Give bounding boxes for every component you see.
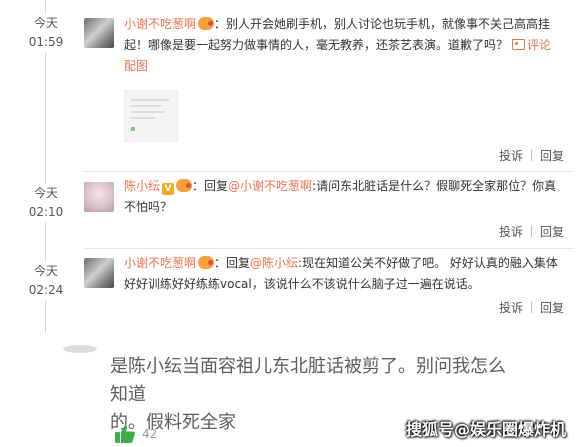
comment-divider <box>84 248 574 249</box>
like-count: 42 <box>142 427 158 441</box>
faded-avatar <box>63 345 97 353</box>
username-link[interactable]: 小谢不吃葱啊 <box>124 17 196 31</box>
time-clock: 02:10 <box>28 205 64 219</box>
thumb-green-mark <box>131 127 135 131</box>
comment-time: 今天 02:10 <box>22 184 70 222</box>
fan-badge-icon <box>198 256 215 269</box>
mention-link[interactable]: @陈小纭 <box>250 256 298 270</box>
reply-prefix: ：回复 <box>192 179 229 193</box>
verified-badge-icon: V <box>162 183 175 195</box>
thumbs-up-icon[interactable] <box>114 424 136 444</box>
report-button[interactable]: 投诉 <box>499 301 523 315</box>
fan-badge-icon <box>198 17 215 30</box>
avatar[interactable] <box>84 258 114 288</box>
comment-picture-thumbnail[interactable] <box>124 90 178 142</box>
lower-comment-line: 是陈小纭当面容祖儿东北脏话被剪了。别问我怎么知道 <box>110 356 506 405</box>
username-link[interactable]: 陈小纭 <box>124 179 160 193</box>
comment-body: 小谢不吃葱啊 ：回复@陈小纭:现在知道公关不好做了吧。 好好认真的融入集体 好好训… <box>124 253 572 295</box>
fan-badge-icon <box>176 179 193 192</box>
comment-actions: 投诉 回复 <box>499 148 564 164</box>
comment-text-line: 好好训练好好练练vocal，该说什么不该说什么脑子过一遍在说话。 <box>124 277 480 291</box>
comment-text-line: ：别人开会她刷手机，别人讨论也玩手机，就像事不关己高高挂 <box>214 17 551 31</box>
watermark: 搜狐号@娱乐圈爆炸机 <box>405 420 566 439</box>
action-separator <box>530 226 532 237</box>
avatar[interactable] <box>84 182 114 212</box>
comment-divider <box>84 171 574 172</box>
action-separator <box>530 302 532 313</box>
comment-time: 今天 01:59 <box>22 14 70 52</box>
reply-button[interactable]: 回复 <box>540 301 564 315</box>
picture-icon <box>512 39 526 50</box>
comment-body: 陈小纭 V ：回复@小谢不吃葱啊:请问东北脏话是什么？假聊死全家那位？你真 不怕吗？ <box>124 176 572 218</box>
thumb-line <box>131 105 161 107</box>
time-day: 今天 <box>33 186 58 200</box>
thumb-line <box>131 117 155 119</box>
comment-text-line: :现在知道公关不好做了吧。 好好认真的融入集体 <box>298 256 558 270</box>
time-day: 今天 <box>33 264 58 278</box>
time-day: 今天 <box>33 16 58 30</box>
comment-actions: 投诉 回复 <box>499 300 564 316</box>
action-separator <box>530 150 532 161</box>
comment-actions: 投诉 回复 <box>499 224 564 240</box>
comment-text-line: 不怕吗？ <box>124 200 173 214</box>
thumb-line <box>131 99 169 101</box>
comment-picture-link-cont[interactable]: 配图 <box>124 59 148 73</box>
comment-text-line: :请问东北脏话是什么？假聊死全家那位？你真 <box>312 179 557 193</box>
reply-button[interactable]: 回复 <box>540 149 564 163</box>
comment-timeline-panel: 今天 01:59 小谢不吃葱啊 ：别人开会她刷手机，别人讨论也玩手机，就像事不关己… <box>0 0 584 333</box>
comment-body: 小谢不吃葱啊 ：别人开会她刷手机，别人讨论也玩手机，就像事不关己高高挂 起！哪像是… <box>124 14 572 77</box>
reply-prefix: ：回复 <box>214 256 251 270</box>
time-clock: 02:24 <box>28 283 64 297</box>
report-button[interactable]: 投诉 <box>499 149 523 163</box>
thumb-line <box>131 111 165 113</box>
avatar[interactable] <box>84 18 114 48</box>
comment-picture-link[interactable]: 评论 <box>527 38 551 52</box>
reply-button[interactable]: 回复 <box>540 225 564 239</box>
mention-link[interactable]: @小谢不吃葱啊 <box>228 179 312 193</box>
report-button[interactable]: 投诉 <box>499 225 523 239</box>
time-clock: 01:59 <box>28 35 64 49</box>
comment-time: 今天 02:24 <box>22 262 70 300</box>
username-link[interactable]: 小谢不吃葱啊 <box>124 256 196 270</box>
comment-text-line: 起！哪像是要一起努力做事情的人，毫无教养，还茶艺表演。道歉了吗？ <box>124 38 509 52</box>
